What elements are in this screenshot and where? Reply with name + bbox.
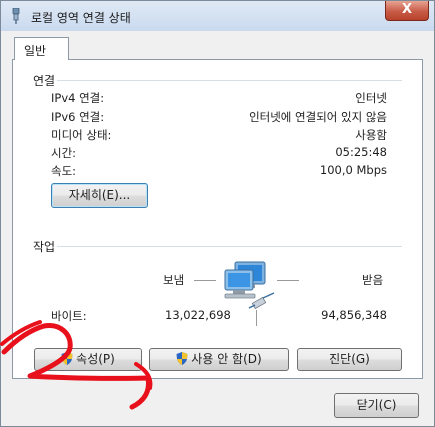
- diagnose-button-label: 진단(G): [329, 352, 370, 366]
- media-state-value: 사용함: [355, 128, 387, 142]
- activity-divider: [57, 246, 402, 247]
- activity-connector: [256, 310, 257, 326]
- sent-label: 보냄: [163, 273, 185, 287]
- close-button[interactable]: 닫기(C): [334, 393, 419, 418]
- bytes-label: 바이트:: [51, 309, 87, 323]
- media-state-label: 미디어 상태:: [51, 128, 112, 142]
- uac-shield-icon: [176, 352, 188, 365]
- duration-value: 05:25:48: [335, 145, 387, 159]
- window-title: 로컬 영역 연결 상태: [31, 11, 131, 25]
- properties-button-label: 속성(P): [76, 352, 115, 366]
- network-adapter-icon: [12, 8, 20, 24]
- uac-shield-icon: [61, 352, 73, 365]
- tab-general-label: 일반: [24, 44, 47, 58]
- ipv6-value: 인터넷에 연결되어 있지 않음: [249, 110, 387, 124]
- activity-header: 작업: [33, 240, 56, 254]
- sent-line: [194, 280, 216, 281]
- speed-value: 100,0 Mbps: [319, 163, 387, 177]
- general-panel: 연결 IPv4 연결: 인터넷 IPv6 연결: 인터넷에 연결되어 있지 않음…: [12, 59, 423, 379]
- details-button-label: 자세히(E)...: [68, 188, 131, 202]
- ipv4-value: 인터넷: [355, 91, 387, 105]
- bytes-sent-value: 13,022,698: [165, 308, 231, 322]
- disable-button[interactable]: 사용 안 함(D): [149, 348, 289, 371]
- connection-divider: [57, 80, 402, 81]
- diagnose-button[interactable]: 진단(G): [297, 348, 402, 371]
- tab-general[interactable]: 일반: [14, 37, 69, 60]
- bytes-received-value: 94,856,348: [321, 308, 387, 322]
- details-button[interactable]: 자세히(E)...: [51, 183, 148, 208]
- title-bar: 로컬 영역 연결 상태 X: [1, 1, 434, 31]
- ipv6-label: IPv6 연결:: [51, 110, 105, 124]
- disable-button-label: 사용 안 함(D): [191, 352, 262, 366]
- ipv4-label: IPv4 연결:: [51, 91, 105, 105]
- close-button-label: 닫기(C): [356, 398, 397, 412]
- received-label: 받음: [362, 273, 384, 287]
- status-dialog: 로컬 영역 연결 상태 X 일반 연결 IPv4 연결: 인터넷 IPv6 연결…: [0, 0, 435, 427]
- duration-label: 시간:: [51, 146, 77, 160]
- received-line: [277, 280, 299, 281]
- connection-header: 연결: [33, 74, 56, 88]
- properties-button[interactable]: 속성(P): [34, 348, 142, 371]
- window-close-button[interactable]: X: [385, 1, 429, 21]
- speed-label: 속도:: [51, 164, 77, 178]
